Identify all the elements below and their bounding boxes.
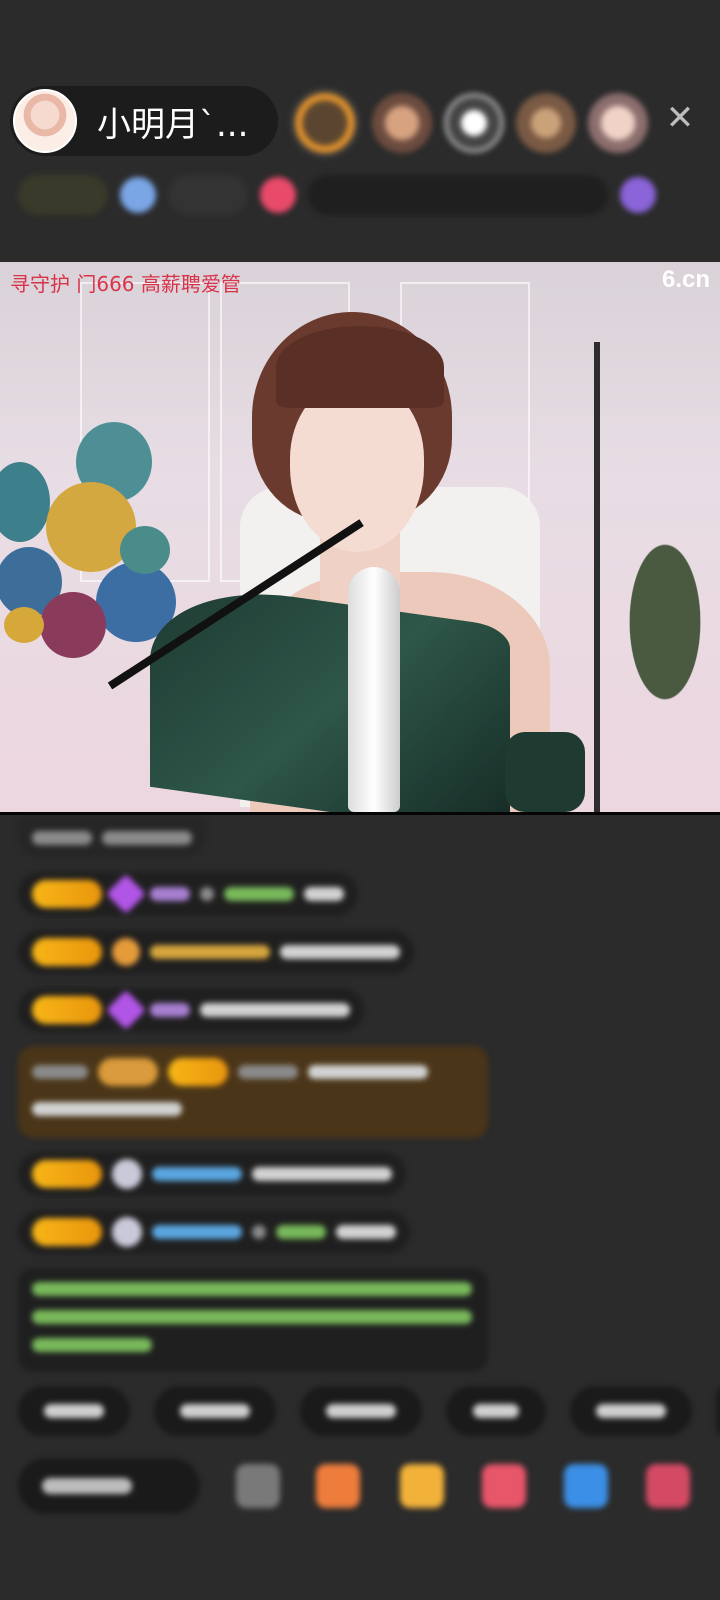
game-icon[interactable]	[564, 1464, 608, 1508]
heart-chip-icon[interactable]	[260, 177, 296, 213]
viewer-avatar[interactable]	[290, 88, 360, 158]
chat-text	[200, 887, 214, 901]
chat-username[interactable]	[238, 1065, 298, 1079]
bottom-action-bar	[18, 1458, 708, 1514]
streamer-bangs	[276, 326, 444, 408]
balloon	[120, 526, 170, 574]
system-notice	[18, 1268, 488, 1372]
chat-username[interactable]	[152, 1225, 242, 1239]
level-icon	[120, 177, 156, 213]
ghost-icon	[112, 1217, 142, 1247]
divider	[0, 812, 720, 815]
quick-reply-row	[18, 1386, 720, 1436]
chat-text	[252, 1167, 392, 1181]
notice-text	[32, 1310, 472, 1324]
heart-icon[interactable]	[482, 1464, 526, 1508]
viewer-avatar[interactable]	[372, 93, 432, 153]
level-badge	[32, 996, 102, 1024]
level-badge	[32, 1218, 102, 1246]
chat-username[interactable]	[152, 1167, 242, 1181]
top-viewers-list	[290, 88, 648, 158]
chat-text	[336, 1225, 396, 1239]
microphone	[348, 567, 400, 812]
balloon	[0, 462, 50, 542]
room-banner-text: 寻守护 门666 高薪聘爱管	[10, 272, 241, 296]
chat-message	[18, 872, 358, 916]
chat-text	[280, 945, 400, 959]
chat-text	[32, 1102, 182, 1116]
live-video-stream[interactable]: 寻守护 门666 高薪聘爱管 6.cn	[0, 262, 720, 812]
level-badge	[168, 1058, 228, 1086]
chat-message	[18, 818, 206, 858]
quick-reply-chip[interactable]	[716, 1386, 720, 1436]
notice-text	[32, 1282, 472, 1296]
host-info-pill[interactable]: 小明月`...	[10, 86, 278, 156]
chat-username[interactable]	[150, 887, 190, 901]
level-badge	[32, 1160, 102, 1188]
chat-text	[304, 887, 344, 901]
more-icon[interactable]	[646, 1464, 690, 1508]
floor-lamp	[594, 342, 600, 812]
ghost-icon	[112, 1159, 142, 1189]
balloon	[40, 592, 106, 658]
host-avatar[interactable]	[13, 89, 77, 153]
chat-message-highlight	[18, 1046, 488, 1138]
chat-username[interactable]	[150, 945, 270, 959]
room-info-row	[18, 172, 702, 218]
announcement-chip[interactable]	[308, 175, 608, 215]
chat-message	[18, 988, 364, 1032]
chat-username[interactable]	[276, 1225, 326, 1239]
chat-text	[32, 1065, 88, 1079]
cookie-icon	[112, 938, 140, 966]
fans-chip[interactable]	[168, 175, 248, 215]
viewer-avatar[interactable]	[516, 93, 576, 153]
close-icon[interactable]: ✕	[662, 100, 698, 136]
gem-icon	[106, 874, 146, 914]
plant	[610, 542, 720, 742]
quick-reply-chip[interactable]	[154, 1386, 276, 1436]
emoji-icon[interactable]	[236, 1464, 280, 1508]
host-name: 小明月`...	[97, 104, 249, 145]
chat-message	[18, 930, 414, 974]
chat-text	[252, 1225, 266, 1239]
chat-text	[32, 831, 92, 845]
activity-icon[interactable]	[620, 177, 656, 213]
gift-box-icon[interactable]	[316, 1464, 360, 1508]
gift-bag-icon[interactable]	[400, 1464, 444, 1508]
watermark-logo: 6.cn	[661, 266, 710, 293]
viewer-avatar[interactable]	[444, 93, 504, 153]
balloon	[4, 607, 44, 643]
chat-message	[18, 1152, 406, 1196]
chat-text	[102, 831, 192, 845]
level-badge	[32, 880, 102, 908]
notice-text	[32, 1338, 152, 1352]
chat-message	[18, 1210, 410, 1254]
chat-text	[308, 1065, 428, 1079]
level-badge	[98, 1058, 158, 1086]
chat-text	[200, 1003, 350, 1017]
quick-reply-chip[interactable]	[570, 1386, 692, 1436]
viewer-avatar[interactable]	[588, 93, 648, 153]
rank-chip[interactable]	[18, 175, 108, 215]
chat-username[interactable]	[150, 1003, 190, 1017]
quick-reply-chip[interactable]	[300, 1386, 422, 1436]
chat-list[interactable]	[18, 818, 498, 1386]
level-badge	[32, 938, 102, 966]
chat-username[interactable]	[224, 887, 294, 901]
chat-input[interactable]	[18, 1458, 200, 1514]
streamer-glove	[505, 732, 585, 812]
quick-reply-chip[interactable]	[446, 1386, 546, 1436]
quick-reply-chip[interactable]	[18, 1386, 130, 1436]
gem-icon	[106, 990, 146, 1030]
